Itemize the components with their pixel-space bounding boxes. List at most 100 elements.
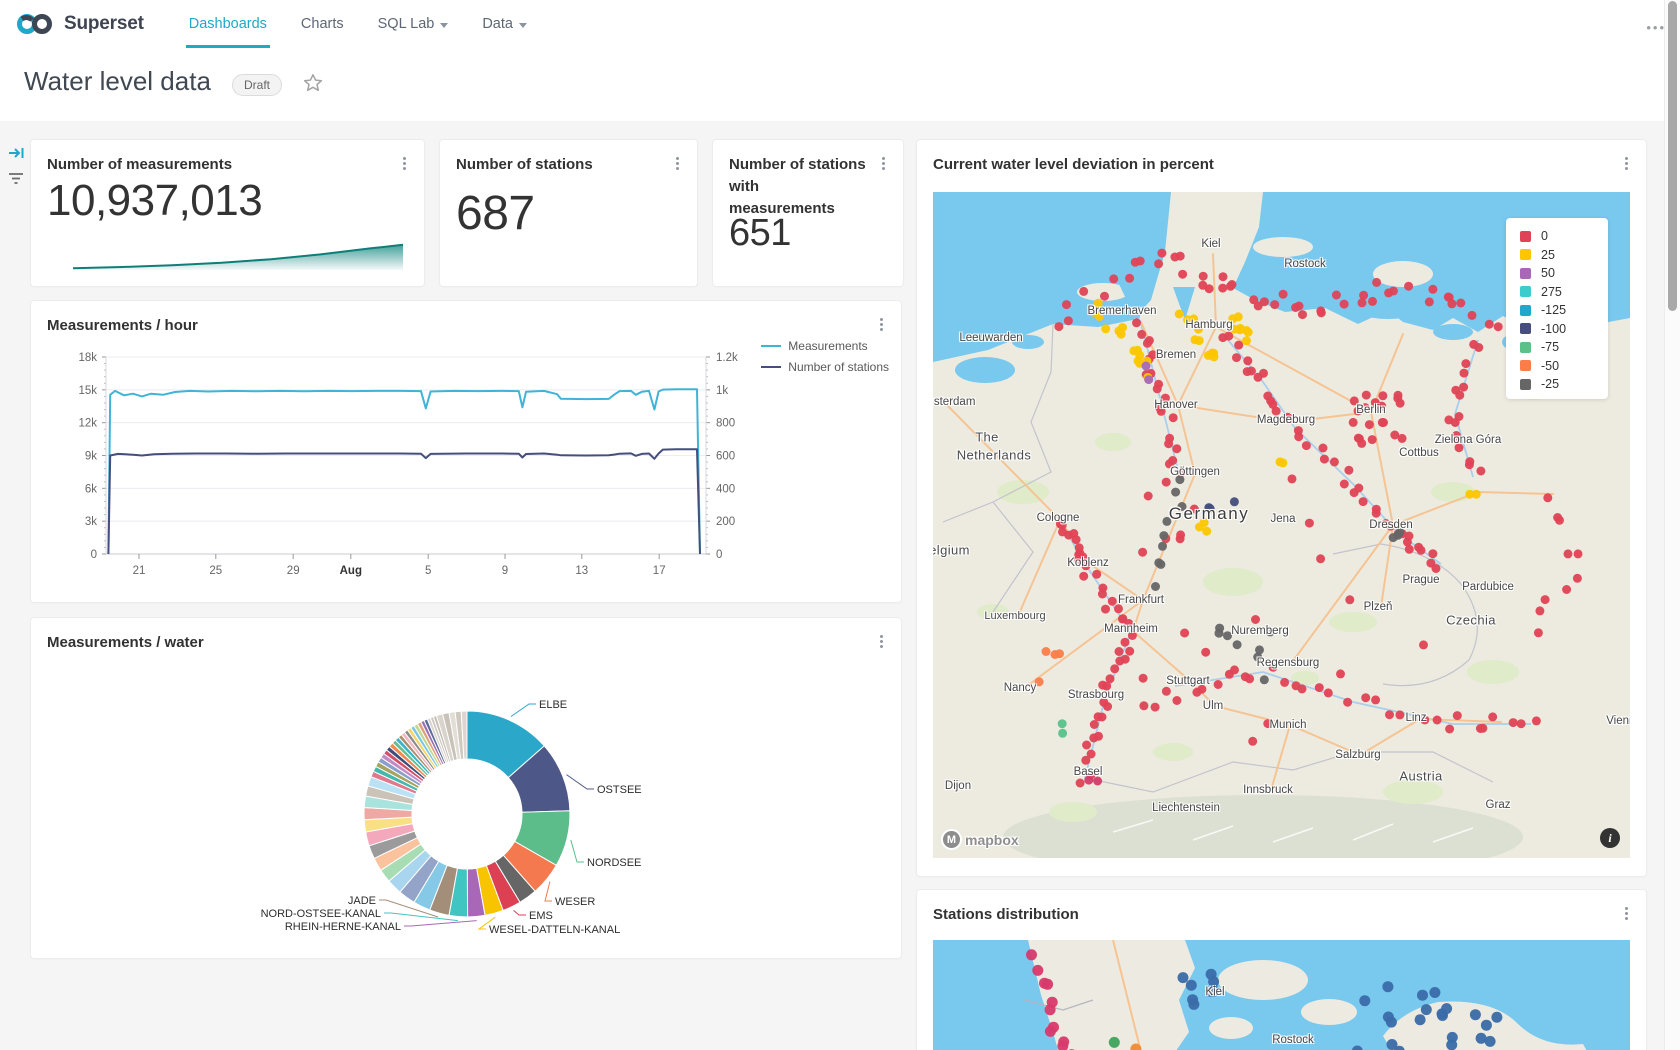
map-legend-item[interactable]: -25 bbox=[1520, 375, 1608, 394]
station-dot bbox=[1368, 297, 1377, 306]
favorite-star-icon[interactable] bbox=[303, 73, 323, 98]
station-dot bbox=[1233, 640, 1242, 649]
mapbox-attribution[interactable]: M mapbox bbox=[941, 829, 1019, 850]
station-dot bbox=[1288, 474, 1297, 483]
nav-item-dashboards[interactable]: Dashboards bbox=[172, 0, 284, 48]
page-scrollbar bbox=[1664, 0, 1680, 1050]
map-legend-item[interactable]: 275 bbox=[1520, 283, 1608, 302]
hourly-chart-card: Measurements / hour 003k2006k4009k60012k… bbox=[30, 300, 902, 603]
station-dot bbox=[1481, 1020, 1492, 1031]
map-legend-item[interactable]: -50 bbox=[1520, 357, 1608, 376]
legend-swatch-icon bbox=[761, 366, 781, 368]
station-dot bbox=[1476, 1033, 1487, 1044]
nav-item-data[interactable]: Data bbox=[465, 0, 544, 48]
map-legend-item[interactable]: 0 bbox=[1520, 227, 1608, 246]
station-dot bbox=[1395, 710, 1404, 719]
kpi-card-measurements: Number of measurements 10,937,013 bbox=[30, 139, 425, 287]
legend-item[interactable]: Number of stations bbox=[761, 360, 889, 374]
station-dot bbox=[1451, 418, 1460, 427]
superset-logo[interactable] bbox=[16, 11, 56, 37]
stations-map[interactable]: KielRostock bbox=[933, 940, 1630, 1050]
station-dot bbox=[1199, 272, 1208, 281]
map-legend-item[interactable]: -100 bbox=[1520, 320, 1608, 339]
right-axis-tick: 200 bbox=[716, 516, 735, 528]
station-dot bbox=[1320, 455, 1329, 464]
x-axis-label: 9 bbox=[502, 565, 508, 577]
x-axis-label: 17 bbox=[653, 565, 666, 577]
chart-menu-kebab-icon[interactable] bbox=[876, 155, 890, 172]
station-dot bbox=[1340, 300, 1349, 309]
station-dot bbox=[1062, 300, 1071, 309]
water-donut-chart[interactable]: ELBEOSTSEENORDSEEWESEREMSWESEL-DATTELN-K… bbox=[31, 618, 901, 956]
legend-label: 50 bbox=[1541, 266, 1555, 280]
station-dot bbox=[1535, 606, 1544, 615]
x-axis-label: 5 bbox=[425, 565, 431, 577]
station-dot bbox=[1425, 297, 1434, 306]
station-dot bbox=[1455, 391, 1464, 400]
station-dot bbox=[1244, 328, 1253, 337]
station-dot bbox=[1432, 564, 1441, 573]
station-dot bbox=[1084, 776, 1093, 785]
station-dot bbox=[1092, 570, 1101, 579]
map-legend-item[interactable]: -125 bbox=[1520, 301, 1608, 320]
dashboard-header: Water level data Draft ••• bbox=[0, 48, 1680, 122]
chart-menu-kebab-icon[interactable] bbox=[670, 155, 684, 172]
station-dot bbox=[1132, 318, 1141, 327]
chart-menu-kebab-icon[interactable] bbox=[1619, 155, 1633, 172]
station-dot bbox=[1354, 406, 1363, 415]
station-dot bbox=[1205, 986, 1216, 997]
map-legend-item[interactable]: -75 bbox=[1520, 338, 1608, 357]
station-dot bbox=[1390, 431, 1399, 440]
filter-list-icon[interactable] bbox=[6, 170, 26, 191]
station-dot bbox=[1180, 629, 1189, 638]
nav-item-charts[interactable]: Charts bbox=[284, 0, 361, 48]
station-dot bbox=[1093, 777, 1102, 786]
nav-item-sql-lab[interactable]: SQL Lab bbox=[361, 0, 466, 48]
map-legend: 0 25 50 275 -125-100-75-50-25 bbox=[1506, 218, 1608, 399]
water-donut-card: Measurements / water ELBEOSTSEENORDSEEWE… bbox=[30, 617, 902, 959]
expand-filter-bar-icon[interactable] bbox=[8, 145, 26, 166]
station-dot bbox=[1417, 990, 1428, 1001]
station-dot bbox=[1169, 413, 1178, 422]
scrollbar-thumb[interactable] bbox=[1668, 1, 1677, 311]
station-dot bbox=[1130, 1044, 1141, 1050]
kpi-card-stations: Number of stations 687 bbox=[439, 139, 698, 287]
station-dot bbox=[1136, 257, 1145, 266]
chart-title: Stations distribution bbox=[933, 904, 1079, 926]
legend-label: 275 bbox=[1541, 285, 1562, 299]
chart-menu-kebab-icon[interactable] bbox=[1619, 905, 1633, 922]
x-axis-label: Aug bbox=[340, 565, 362, 577]
station-dot bbox=[1098, 681, 1107, 690]
station-dot bbox=[1153, 384, 1162, 393]
map-legend-item[interactable]: 50 bbox=[1520, 264, 1608, 283]
station-dot bbox=[1371, 695, 1380, 704]
station-dot bbox=[1291, 303, 1300, 312]
main-nav: Dashboards Charts SQL Lab Data bbox=[172, 0, 544, 48]
donut-label: WESER bbox=[555, 896, 595, 908]
legend-swatch-icon bbox=[1520, 249, 1531, 260]
station-dot bbox=[1081, 756, 1090, 765]
chart-menu-kebab-icon[interactable] bbox=[397, 155, 411, 172]
station-dot bbox=[1433, 716, 1442, 725]
map-legend-item[interactable]: 25 bbox=[1520, 246, 1608, 265]
map-info-icon[interactable]: i bbox=[1600, 828, 1620, 848]
station-dot bbox=[1223, 631, 1232, 640]
legend-label: 25 bbox=[1541, 248, 1555, 262]
series-number-of-stations bbox=[108, 449, 700, 554]
mapbox-wordmark: mapbox bbox=[965, 832, 1019, 848]
station-dot bbox=[1230, 497, 1239, 506]
nav-label: Dashboards bbox=[189, 16, 267, 32]
station-dot bbox=[1251, 615, 1260, 624]
legend-label: Measurements bbox=[788, 339, 867, 353]
station-dot bbox=[1171, 488, 1180, 497]
station-dot bbox=[1228, 280, 1237, 289]
kpi-sparkline bbox=[73, 236, 403, 274]
legend-item[interactable]: Measurements bbox=[761, 339, 889, 353]
station-dot bbox=[1247, 367, 1256, 376]
station-dot bbox=[1195, 336, 1204, 345]
deviation-map[interactable]: GermanyTheNetherlandsBelgiumLuxembourgCz… bbox=[933, 192, 1630, 858]
station-dot bbox=[1178, 972, 1189, 983]
legend-swatch-icon bbox=[1520, 323, 1531, 334]
x-axis-label: 13 bbox=[575, 565, 588, 577]
brand-title[interactable]: Superset bbox=[64, 13, 144, 35]
